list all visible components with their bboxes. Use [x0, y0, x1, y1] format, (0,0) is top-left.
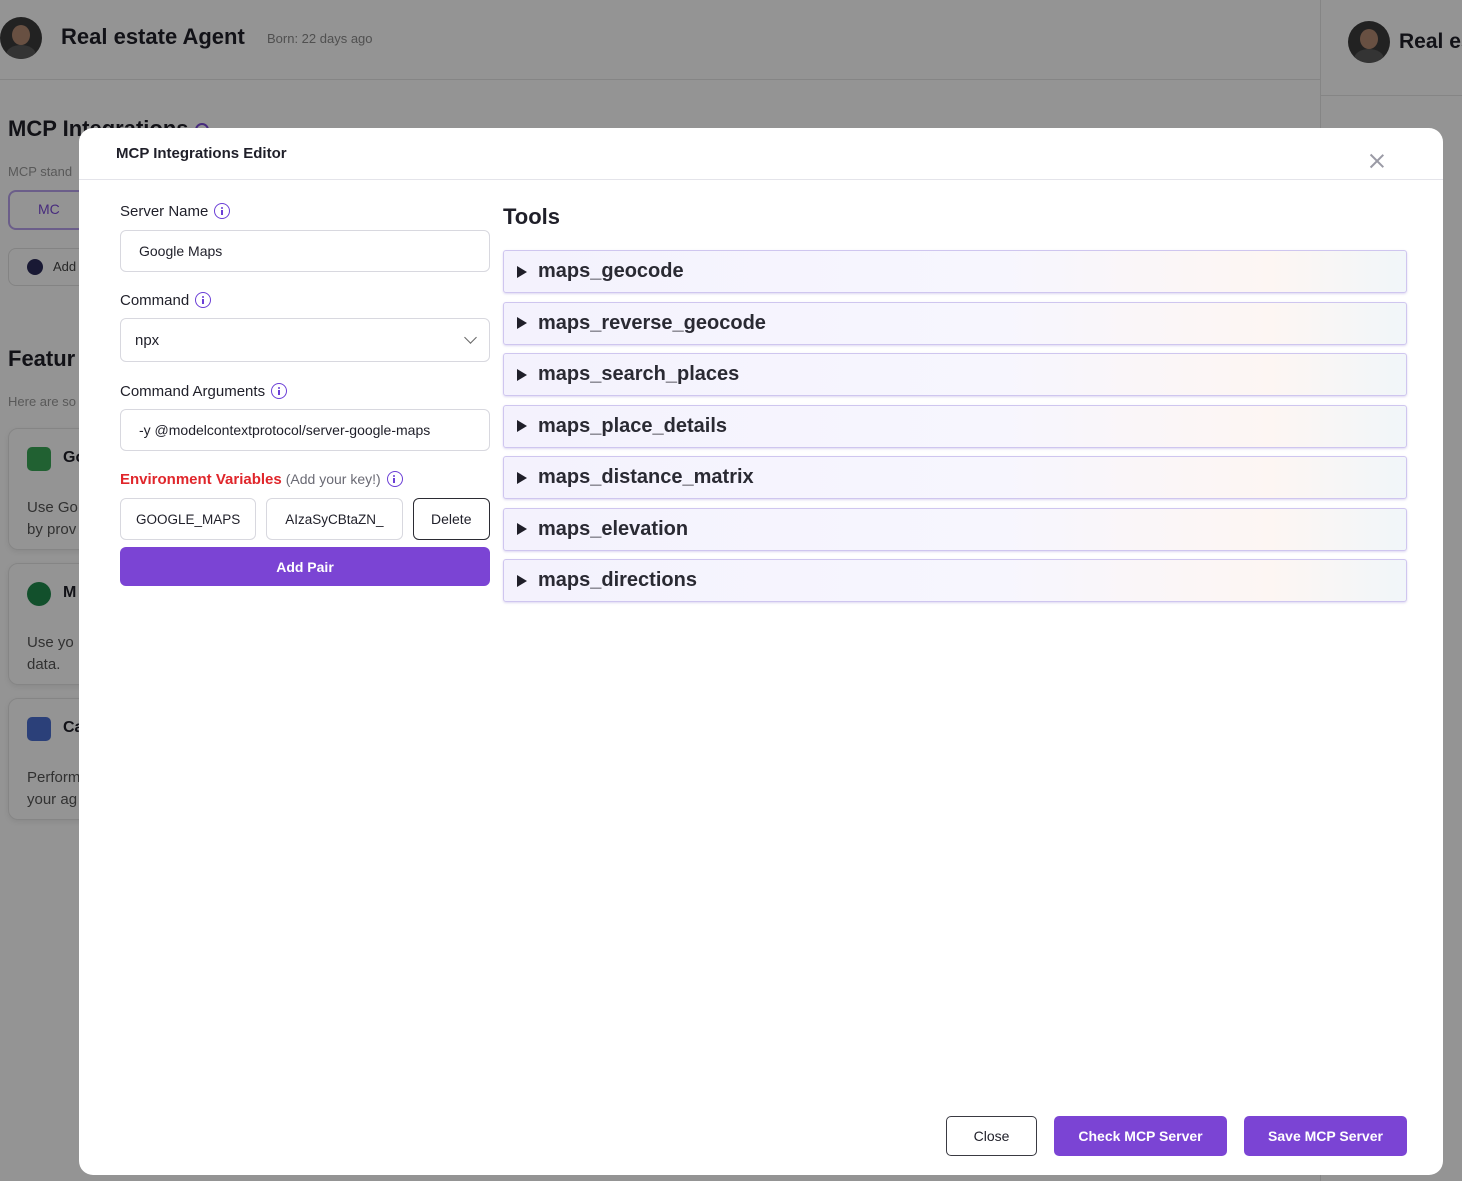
- env-pair-row: GOOGLE_MAPS AIzaSyCBtaZN_ Delete: [120, 498, 490, 540]
- expand-triangle-icon: [517, 265, 527, 278]
- modal-title: MCP Integrations Editor: [116, 145, 287, 162]
- info-icon[interactable]: [195, 292, 212, 308]
- command-args-input[interactable]: -y @modelcontextprotocol/server-google-m…: [120, 409, 490, 451]
- command-select[interactable]: npx: [120, 318, 490, 362]
- mcp-editor-modal: MCP Integrations Editor Server Name Goog…: [79, 128, 1443, 1175]
- close-button[interactable]: Close: [946, 1116, 1037, 1156]
- tool-item[interactable]: maps_distance_matrix: [503, 456, 1407, 499]
- info-icon[interactable]: [386, 471, 403, 487]
- command-value: npx: [135, 331, 160, 349]
- command-label: Command: [120, 289, 490, 311]
- server-name-label: Server Name: [120, 200, 490, 222]
- tool-item[interactable]: maps_elevation: [503, 507, 1407, 551]
- tools-title: Tools: [503, 204, 561, 229]
- tool-item[interactable]: maps_geocode: [503, 250, 1407, 293]
- info-icon[interactable]: [271, 383, 288, 399]
- expand-triangle-icon: [517, 471, 527, 484]
- save-mcp-server-button[interactable]: Save MCP Server: [1244, 1116, 1407, 1156]
- tool-item[interactable]: maps_reverse_geocode: [503, 301, 1407, 345]
- chevron-down-icon: [464, 331, 477, 344]
- expand-triangle-icon: [517, 420, 527, 432]
- tool-item[interactable]: maps_place_details: [503, 404, 1407, 448]
- env-value-input[interactable]: AIzaSyCBtaZN_: [266, 498, 403, 540]
- add-pair-button[interactable]: Add Pair: [120, 547, 490, 586]
- env-key-input[interactable]: GOOGLE_MAPS: [120, 498, 257, 540]
- modal-header: MCP Integrations Editor: [79, 128, 1443, 180]
- server-form: Server Name Google Maps Command npx Comm…: [120, 200, 490, 586]
- check-mcp-server-button[interactable]: Check MCP Server: [1054, 1116, 1227, 1156]
- command-args-label: Command Arguments: [120, 380, 490, 402]
- close-icon[interactable]: [1367, 152, 1387, 172]
- env-vars-label: Environment Variables (Add your key!): [120, 468, 490, 490]
- server-name-input[interactable]: Google Maps: [120, 230, 490, 272]
- expand-triangle-icon: [517, 317, 527, 329]
- delete-pair-button[interactable]: Delete: [412, 498, 490, 540]
- expand-triangle-icon: [517, 368, 527, 381]
- tools-list: maps_geocode maps_reverse_geocode maps_s…: [503, 250, 1407, 611]
- tool-item[interactable]: maps_directions: [503, 559, 1407, 602]
- info-icon[interactable]: [214, 203, 231, 219]
- expand-triangle-icon: [517, 574, 527, 587]
- expand-triangle-icon: [517, 523, 527, 535]
- tool-item[interactable]: maps_search_places: [503, 353, 1407, 396]
